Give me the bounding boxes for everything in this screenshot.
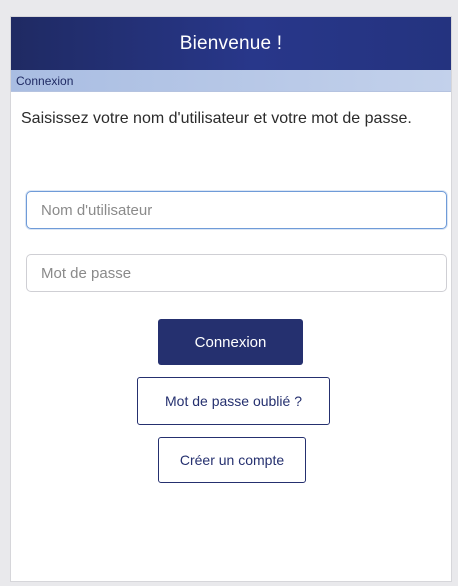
section-label: Connexion: [16, 73, 74, 88]
login-button[interactable]: Connexion: [158, 319, 303, 365]
welcome-header: Bienvenue !: [11, 17, 451, 70]
password-input[interactable]: [26, 254, 447, 292]
login-screen: Bienvenue ! Connexion Saisissez votre no…: [10, 16, 452, 582]
instruction-text: Saisissez votre nom d'utilisateur et vot…: [21, 110, 412, 127]
username-input[interactable]: [26, 191, 447, 229]
create-account-button[interactable]: Créer un compte: [158, 437, 306, 483]
section-bar: Connexion: [11, 70, 451, 92]
forgot-password-button[interactable]: Mot de passe oublié ?: [137, 377, 330, 425]
page-title: Bienvenue !: [179, 32, 283, 54]
